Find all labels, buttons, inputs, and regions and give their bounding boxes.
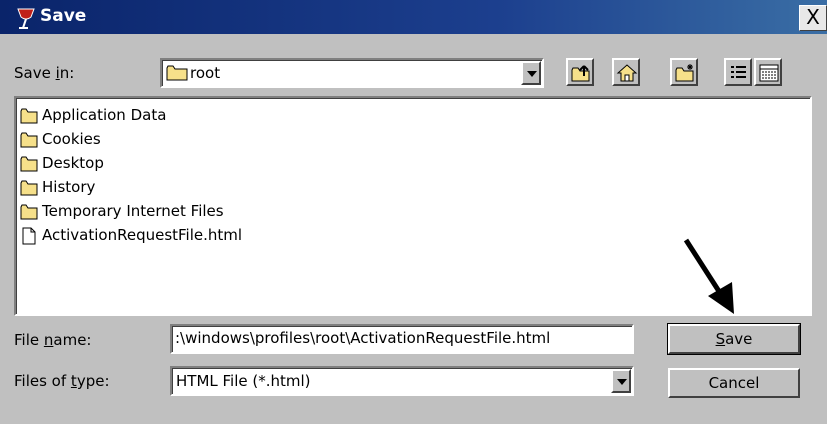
save-in-combo[interactable]: root xyxy=(160,58,544,88)
details-view-button[interactable] xyxy=(754,58,782,86)
folder-icon xyxy=(20,156,38,172)
cancel-button[interactable]: Cancel xyxy=(668,368,800,398)
list-view-button[interactable] xyxy=(724,58,752,86)
folder-icon xyxy=(20,108,38,124)
list-view-icon xyxy=(731,66,746,78)
file-name-label: File name: xyxy=(14,331,92,349)
list-item-label: Cookies xyxy=(42,130,101,148)
details-view-icon xyxy=(759,64,779,82)
home-button[interactable] xyxy=(612,58,640,86)
save-in-value: root xyxy=(190,64,221,82)
file-name-input[interactable]: :\windows\profiles\root\ActivationReques… xyxy=(170,324,634,354)
close-button[interactable]: X xyxy=(799,5,827,31)
new-folder-button[interactable] xyxy=(670,58,698,86)
list-item-label: History xyxy=(42,178,96,196)
up-folder-icon xyxy=(571,65,590,82)
wine-glass-icon xyxy=(17,8,35,29)
save-in-dropdown-button[interactable] xyxy=(521,61,541,85)
bottom-strip xyxy=(0,416,827,424)
dialog-title: Save xyxy=(40,6,87,26)
annotation-arrow-icon xyxy=(683,238,734,314)
new-folder-icon xyxy=(675,64,694,82)
folder-icon xyxy=(20,180,38,196)
home-icon xyxy=(616,64,638,82)
save-in-label: Save in: xyxy=(14,64,75,82)
save-button[interactable]: Save xyxy=(667,323,801,355)
list-item-label: Temporary Internet Files xyxy=(42,202,224,220)
list-item-label: Desktop xyxy=(42,154,104,172)
file-name-value: :\windows\profiles\root\ActivationReques… xyxy=(175,329,551,347)
folder-icon xyxy=(20,132,38,148)
list-item-label: Application Data xyxy=(42,106,167,124)
folder-icon xyxy=(20,204,38,220)
files-of-type-label: Files of type: xyxy=(14,372,110,390)
file-type-value: HTML File (*.html) xyxy=(176,372,311,390)
document-icon xyxy=(22,227,36,245)
title-bar[interactable]: Save X xyxy=(0,0,827,34)
up-folder-button[interactable] xyxy=(566,58,594,86)
file-type-dropdown-button[interactable] xyxy=(611,369,631,393)
save-dialog: Save X Save in: root Application Data Co… xyxy=(0,0,827,424)
list-item-label: ActivationRequestFile.html xyxy=(42,226,243,244)
file-type-select[interactable]: HTML File (*.html) xyxy=(170,366,634,396)
folder-icon xyxy=(166,65,188,81)
